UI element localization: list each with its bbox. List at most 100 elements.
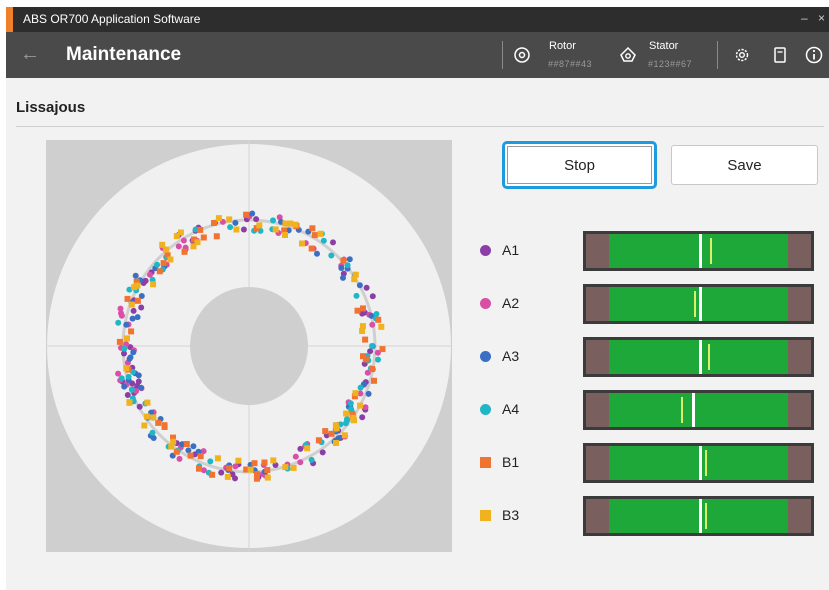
plot-inner-disc xyxy=(190,287,308,405)
stop-button[interactable]: Stop xyxy=(502,141,657,189)
scatter-point-b1 xyxy=(181,248,188,255)
scatter-point-b3 xyxy=(150,414,157,421)
scatter-point-b3 xyxy=(215,215,222,222)
scatter-point-b3 xyxy=(126,399,133,406)
scatter-point-b1 xyxy=(187,452,194,459)
gauge-value-marker xyxy=(681,397,683,423)
scatter-point-b3 xyxy=(167,256,174,263)
app-title: ABS OR700 Application Software xyxy=(23,12,201,26)
channel-a3: A3 xyxy=(480,347,540,367)
scatter-point-a4 xyxy=(357,384,364,391)
scatter-point-b1 xyxy=(340,257,347,264)
scatter-point-a4 xyxy=(328,252,335,259)
scatter-point-a4 xyxy=(115,319,122,326)
gauge-value-marker xyxy=(705,450,707,476)
scatter-point-a2 xyxy=(292,453,299,460)
rotor-icon xyxy=(514,47,530,63)
document-icon[interactable] xyxy=(770,45,790,65)
scatter-point-b1 xyxy=(155,419,162,426)
scatter-point-b3 xyxy=(144,399,151,406)
scatter-point-a4 xyxy=(227,224,234,231)
scatter-point-b1 xyxy=(183,441,190,447)
scatter-point-a3 xyxy=(123,321,130,328)
scatter-point-a3 xyxy=(232,219,239,226)
channel-b1: B1 xyxy=(480,453,540,473)
gauge-value-marker xyxy=(694,291,696,317)
scatter-point-a3 xyxy=(134,314,141,321)
scatter-point-a3 xyxy=(130,349,137,356)
scatter-point-b1 xyxy=(161,424,168,430)
scatter-point-a1 xyxy=(218,469,225,476)
channel-a2: A2 xyxy=(480,294,540,314)
channel-label: B1 xyxy=(502,454,520,470)
scatter-point-b1 xyxy=(196,465,202,472)
scatter-point-b3 xyxy=(224,473,231,480)
back-arrow-icon[interactable]: ← xyxy=(20,43,40,66)
lissajous-plot xyxy=(46,140,452,552)
scatter-point-a4 xyxy=(125,373,132,380)
scatter-point-b3 xyxy=(290,464,297,471)
scatter-point-a2 xyxy=(232,463,239,470)
scatter-point-b1 xyxy=(328,430,335,437)
scatter-point-a3 xyxy=(150,435,157,441)
minimize-button[interactable]: – xyxy=(801,11,808,25)
scatter-point-a4 xyxy=(369,343,375,349)
scatter-point-a1 xyxy=(138,304,145,311)
scatter-point-a3 xyxy=(249,210,256,217)
scatter-point-b1 xyxy=(173,448,180,455)
scatter-point-b1 xyxy=(128,328,135,335)
scatter-point-b1 xyxy=(197,226,204,233)
scatter-point-a2 xyxy=(176,455,183,462)
scatter-point-a3 xyxy=(356,282,363,289)
page-title: Maintenance xyxy=(66,44,182,65)
scatter-point-a3 xyxy=(314,250,320,257)
rotor-label: Rotor xyxy=(549,40,576,52)
scatter-point-b3 xyxy=(343,410,350,417)
scatter-point-a3 xyxy=(138,384,145,391)
scatter-point-b3 xyxy=(357,402,364,409)
scatter-point-a4 xyxy=(344,417,351,424)
scatter-point-b3 xyxy=(144,413,150,420)
scatter-point-b3 xyxy=(264,474,271,481)
scatter-point-b3 xyxy=(150,281,157,288)
scatter-point-b3 xyxy=(214,455,221,462)
scatter-point-a4 xyxy=(270,217,276,224)
scatter-point-b3 xyxy=(226,216,233,223)
scatter-point-b1 xyxy=(156,268,163,275)
scatter-point-b3 xyxy=(359,323,366,330)
scatter-point-b3 xyxy=(134,282,141,289)
scatter-point-b1 xyxy=(360,353,366,360)
channel-label: A3 xyxy=(502,348,520,364)
scatter-point-b3 xyxy=(128,301,135,308)
gauge-center-marker xyxy=(699,234,702,268)
app-window: ABS OR700 Application Software – × ← Mai… xyxy=(6,7,829,590)
scatter-point-a1 xyxy=(240,226,247,233)
scatter-point-a1 xyxy=(319,449,326,456)
gear-icon[interactable] xyxy=(732,45,752,65)
gauge-center-marker xyxy=(692,393,695,427)
scatter-point-b1 xyxy=(160,260,167,267)
scatter-point-b1 xyxy=(354,307,361,314)
scatter-point-b1 xyxy=(209,471,216,478)
scatter-point-a1 xyxy=(363,284,370,291)
header-divider xyxy=(717,41,718,69)
scatter-point-b3 xyxy=(124,335,130,342)
scatter-point-b3 xyxy=(351,417,357,424)
scatter-point-a2 xyxy=(115,370,122,377)
scatter-point-b1 xyxy=(362,336,369,343)
app-accent-stripe xyxy=(6,7,13,32)
scatter-point-a2 xyxy=(147,271,153,278)
scatter-point-b1 xyxy=(213,233,220,240)
scatter-point-b1 xyxy=(309,225,316,232)
section-divider xyxy=(16,126,824,127)
scatter-point-a4 xyxy=(128,386,135,393)
close-button[interactable]: × xyxy=(818,11,825,25)
channel-marker-icon xyxy=(480,245,491,256)
scatter-point-a1 xyxy=(253,216,260,223)
gauge-center-marker xyxy=(699,446,702,480)
scatter-point-b1 xyxy=(251,460,258,467)
scatter-point-b3 xyxy=(233,226,240,233)
info-icon[interactable] xyxy=(804,45,824,65)
scatter-point-b1 xyxy=(134,297,141,304)
save-button[interactable]: Save xyxy=(671,145,818,185)
